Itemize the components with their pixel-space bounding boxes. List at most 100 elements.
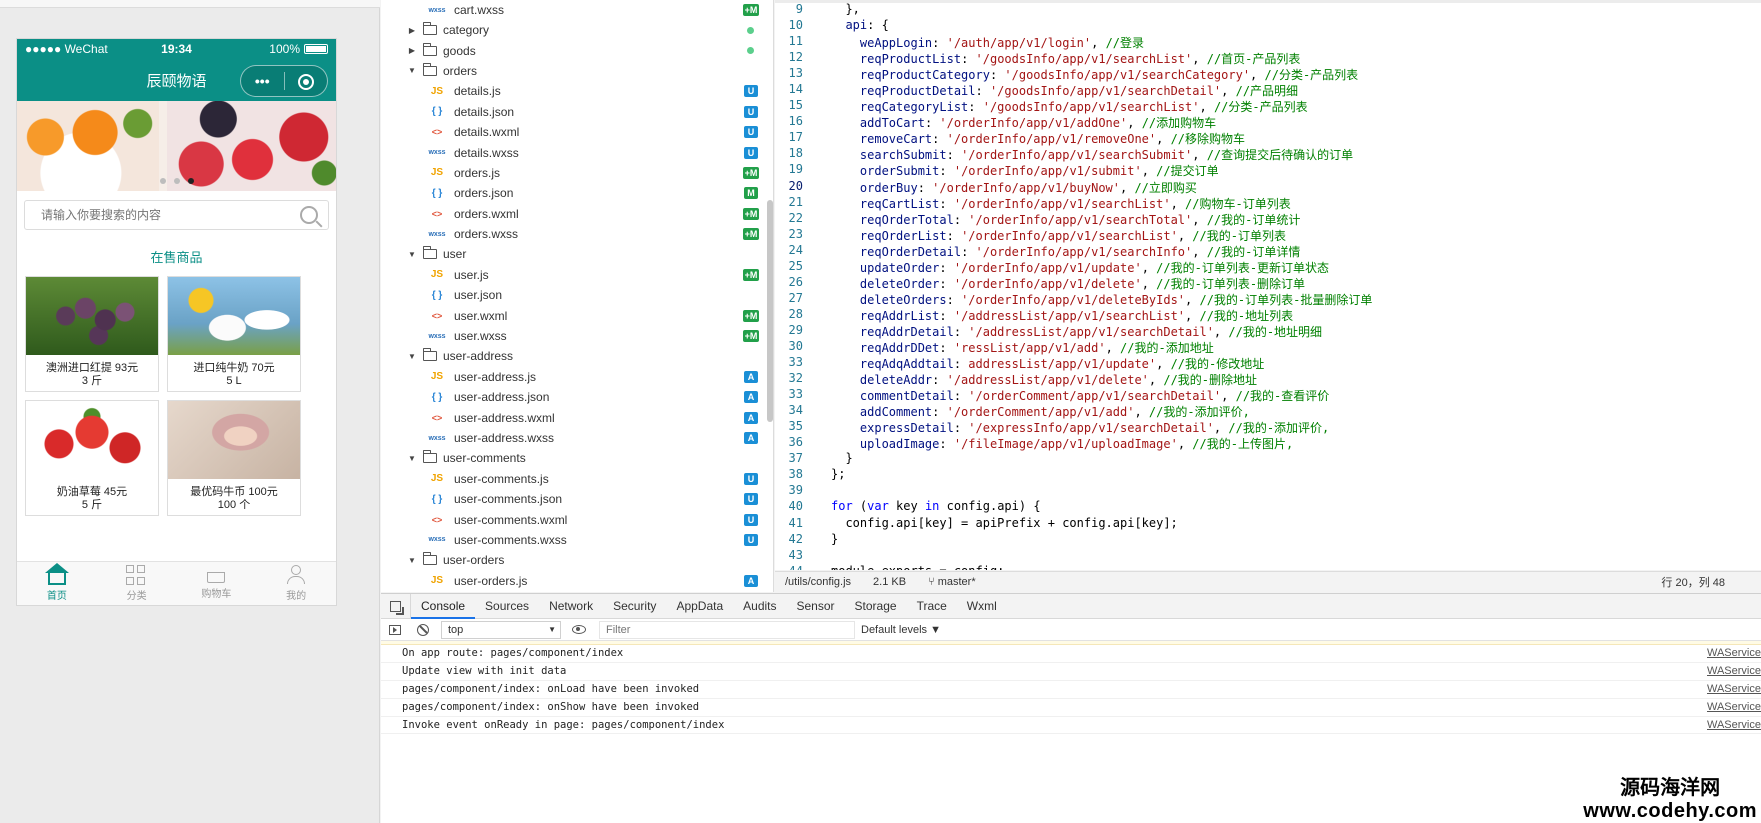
devtools-tab[interactable]: AppData [666,594,733,619]
code-line[interactable]: 44module.exports = config; [775,564,1761,570]
tab-mine[interactable]: 我的 [256,562,336,605]
chevron-down-icon[interactable]: ▼ [407,352,417,361]
code-line[interactable]: 12 reqProductList: '/goodsInfo/app/v1/se… [775,50,1761,66]
carousel-dot[interactable] [173,178,180,184]
code-line[interactable]: 25 updateOrder: '/orderInfo/app/v1/updat… [775,259,1761,275]
code-line[interactable]: 13 reqProductCategory: '/goodsInfo/app/v… [775,66,1761,82]
tree-file[interactable]: { } details.json U [381,102,773,122]
tree-file[interactable]: JS details.js U [381,81,773,101]
code-line[interactable]: 24 reqOrderDetail: '/orderInfo/app/v1/se… [775,243,1761,259]
code-line[interactable]: 42} [775,532,1761,548]
tree-file[interactable]: wxss user-comments.wxss U [381,530,773,550]
banner-carousel[interactable] [17,101,336,191]
code-line[interactable]: 16 addToCart: '/orderInfo/app/v1/addOne'… [775,114,1761,130]
code-line[interactable]: 9 }, [775,2,1761,18]
product-card[interactable]: 最优码牛币 100元 100 个 [167,400,301,516]
product-card[interactable]: 澳洲进口红提 93元 3 斤 [25,276,159,392]
search-input[interactable] [41,208,300,222]
code-line[interactable]: 34 addComment: '/orderComment/app/v1/add… [775,403,1761,419]
tree-file[interactable]: wxss user-address.wxss A [381,428,773,448]
tab-home[interactable]: 首页 [17,562,97,605]
code-line[interactable]: 22 reqOrderTotal: '/orderInfo/app/v1/sea… [775,211,1761,227]
more-menu-button[interactable]: ••• [241,73,284,89]
chevron-down-icon[interactable]: ▼ [407,454,417,463]
log-levels-dropdown[interactable]: Default levels ▼ [861,624,941,636]
code-line[interactable]: 36 uploadImage: '/fileImage/app/v1/uploa… [775,435,1761,451]
code-line[interactable]: 28 reqAddrList: '/addressList/app/v1/sea… [775,307,1761,323]
tree-folder[interactable]: ▼ user-address [381,346,773,366]
code-line[interactable]: 17 removeCart: '/orderInfo/app/v1/remove… [775,130,1761,146]
toggle-sidebar-button[interactable] [381,624,409,635]
status-file-path[interactable]: /utils/config.js [785,576,851,588]
tree-folder[interactable]: ▼ orders [381,61,773,81]
search-icon[interactable] [300,206,318,224]
code-line[interactable]: 29 reqAddrDetail: '/addressList/app/v1/s… [775,323,1761,339]
code-line[interactable]: 14 reqProductDetail: '/goodsInfo/app/v1/… [775,82,1761,98]
code-line[interactable]: 38}; [775,467,1761,483]
tree-file[interactable]: { } user-address.json A [381,387,773,407]
code-line[interactable]: 41 config.api[key] = apiPrefix + config.… [775,516,1761,532]
code-line[interactable]: 33 commentDetail: '/orderComment/app/v1/… [775,387,1761,403]
code-line[interactable]: 15 reqCategoryList: '/goodsInfo/app/v1/s… [775,98,1761,114]
log-source-link[interactable]: WAService [1707,683,1761,695]
log-source-link[interactable]: WAService [1707,719,1761,731]
tree-file[interactable]: <> user-comments.wxml U [381,509,773,529]
tree-file[interactable]: { } user.json [381,285,773,305]
live-expression-button[interactable] [565,625,593,634]
element-picker-button[interactable] [381,593,411,619]
devtools-tab[interactable]: Audits [733,594,786,619]
chevron-down-icon[interactable]: ▼ [407,556,417,565]
tree-folder[interactable]: ▼ user-comments [381,448,773,468]
devtools-tab[interactable]: Security [603,594,666,619]
log-source-link[interactable]: WAService [1707,701,1761,713]
code-line[interactable]: 32 deleteAddr: '/addressList/app/v1/dele… [775,371,1761,387]
tree-file[interactable]: { } user-comments.json U [381,489,773,509]
tree-file[interactable]: { } orders.json M [381,183,773,203]
chevron-right-icon[interactable]: ▶ [407,46,417,55]
chevron-down-icon[interactable]: ▼ [407,250,417,259]
status-cursor-position[interactable]: 行 20，列 48 [1661,574,1725,590]
file-explorer-scrollbar[interactable] [767,200,773,422]
tree-file[interactable]: <> details.wxml U [381,122,773,142]
code-editor[interactable]: 9 }, 10 api: {11 weAppLogin: '/auth/app/v… [775,0,1761,570]
tree-folder[interactable]: ▶ category [381,20,773,40]
code-line[interactable]: 10 api: { [775,18,1761,34]
tab-category[interactable]: 分类 [97,562,177,605]
tree-folder[interactable]: ▼ user [381,244,773,264]
tree-file[interactable]: JS user.js +M [381,265,773,285]
status-branch[interactable]: master* [938,576,976,588]
code-line[interactable]: 35 expressDetail: '/expressInfo/app/v1/s… [775,419,1761,435]
devtools-tab[interactable]: Wxml [957,594,1007,619]
devtools-tab[interactable]: Console [411,594,476,619]
code-line[interactable]: 37 } [775,451,1761,467]
code-line[interactable]: 23 reqOrderList: '/orderInfo/app/v1/sear… [775,227,1761,243]
tree-file[interactable]: JS user-orders.js A [381,571,773,591]
code-line[interactable]: 20 orderBuy: '/orderInfo/app/v1/buyNow',… [775,179,1761,195]
tree-file[interactable]: <> user.wxml +M [381,305,773,325]
tree-file[interactable]: <> orders.wxml +M [381,204,773,224]
code-line[interactable]: 43 [775,548,1761,564]
log-source-link[interactable]: WAService [1707,647,1761,659]
clear-console-button[interactable] [409,623,437,636]
code-line[interactable]: 33 reqAdqAddtail: addressList/app/v1/upd… [775,355,1761,371]
carousel-dot[interactable] [159,178,166,184]
tree-folder[interactable]: ▶ goods [381,40,773,60]
code-line[interactable]: 18 searchSubmit: '/orderInfo/app/v1/sear… [775,146,1761,162]
close-mini-program-button[interactable] [285,72,328,90]
carousel-dot-active[interactable] [187,178,194,184]
tree-file[interactable]: <> user-address.wxml A [381,407,773,427]
devtools-tab[interactable]: Sources [475,594,539,619]
product-card[interactable]: 奶油草莓 45元 5 斤 [25,400,159,516]
tree-file[interactable]: wxss user.wxss +M [381,326,773,346]
tree-file[interactable]: wxss details.wxss U [381,142,773,162]
console-filter-input[interactable] [599,620,855,639]
chevron-right-icon[interactable]: ▶ [407,26,417,35]
devtools-tab[interactable]: Sensor [787,594,845,619]
devtools-tab[interactable]: Trace [907,594,957,619]
tree-folder[interactable]: ▼ user-orders [381,550,773,570]
code-line[interactable]: 27 deleteOrders: '/orderInfo/app/v1/dele… [775,291,1761,307]
context-selector[interactable]: top ▼ [441,620,561,639]
code-line[interactable]: 21 reqCartList: '/orderInfo/app/v1/searc… [775,195,1761,211]
code-line[interactable]: 39 [775,483,1761,499]
chevron-down-icon[interactable]: ▼ [407,66,417,75]
